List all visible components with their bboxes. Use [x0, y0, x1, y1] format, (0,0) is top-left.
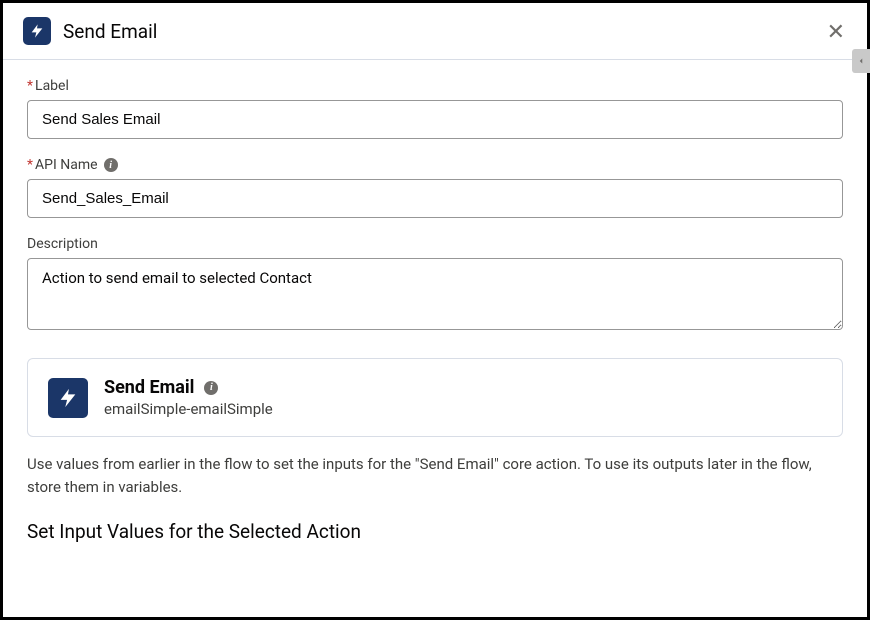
label-field-label: *Label	[27, 78, 843, 94]
api-name-input[interactable]	[27, 179, 843, 218]
modal-title: Send Email	[63, 20, 847, 43]
helper-text: Use values from earlier in the flow to s…	[27, 453, 843, 498]
lightning-icon	[48, 378, 88, 418]
modal-header: Send Email ✕	[3, 3, 867, 60]
send-email-modal: Send Email ✕ *Label *API Name i Descript…	[3, 3, 867, 617]
description-field-group: Description Action to send email to sele…	[27, 236, 843, 334]
action-card-title-row: Send Email i	[104, 377, 273, 398]
action-card-text: Send Email i emailSimple-emailSimple	[104, 377, 273, 418]
action-card-subtitle: emailSimple-emailSimple	[104, 400, 273, 418]
description-textarea[interactable]: Action to send email to selected Contact	[27, 258, 843, 330]
api-name-field-group: *API Name i	[27, 157, 843, 218]
close-button[interactable]: ✕	[823, 17, 849, 47]
close-icon: ✕	[827, 19, 845, 44]
required-star: *	[27, 78, 33, 94]
info-icon[interactable]: i	[204, 381, 218, 395]
info-icon[interactable]: i	[104, 158, 118, 172]
modal-body: *Label *API Name i Description Action to…	[3, 60, 867, 617]
label-input[interactable]	[27, 100, 843, 139]
lightning-icon	[23, 17, 51, 45]
description-field-label: Description	[27, 236, 843, 252]
expand-tab[interactable]	[852, 49, 870, 73]
label-label-text: Label	[35, 78, 69, 94]
api-name-label-text: API Name	[35, 157, 98, 173]
required-star: *	[27, 157, 33, 173]
action-card-title: Send Email	[104, 377, 194, 398]
label-field-group: *Label	[27, 78, 843, 139]
api-name-field-label: *API Name i	[27, 157, 843, 173]
input-values-heading: Set Input Values for the Selected Action	[27, 520, 843, 543]
description-label-text: Description	[27, 236, 98, 252]
selected-action-card: Send Email i emailSimple-emailSimple	[27, 358, 843, 437]
